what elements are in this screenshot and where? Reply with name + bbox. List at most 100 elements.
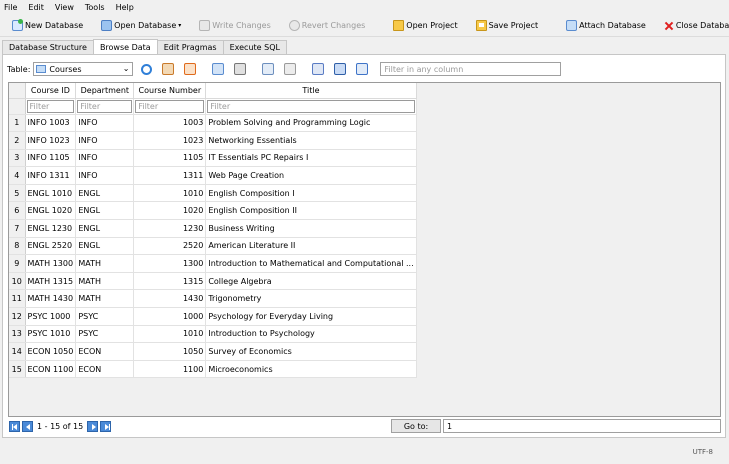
cell-course-number[interactable]: 1003 [133,114,207,133]
column-header-department[interactable]: Department [75,83,135,99]
cell-title[interactable]: College Algebra [205,272,417,291]
refresh-icon[interactable] [141,63,153,75]
row-number[interactable]: 8 [9,237,26,256]
corner-cell[interactable] [9,83,26,99]
column-header-course-id[interactable]: Course ID [25,83,77,99]
copy-icon[interactable] [334,63,347,75]
table-row[interactable]: 1 INFO 1003 INFO 1003 Problem Solving and Pr… [9,114,417,133]
clear-sorting-icon[interactable] [184,63,197,75]
cell-department[interactable]: PSYC [75,325,135,344]
cell-course-number[interactable]: 1311 [133,166,207,185]
table-row[interactable]: 15 ECON 1100 ECON 1100 Microeconomics [9,360,417,379]
cell-course-number[interactable]: 1010 [133,325,207,344]
table-row[interactable]: 7 ENGL 1230 ENGL 1230 Business Writing [9,219,417,238]
cell-course-id[interactable]: PSYC 1000 [25,307,77,326]
cell-department[interactable]: ENGL [75,237,135,256]
cell-title[interactable]: Microeconomics [205,360,417,379]
cell-title[interactable]: English Composition II [205,201,417,221]
row-number[interactable]: 11 [9,289,26,309]
row-number[interactable]: 2 [9,131,26,150]
filter-any-column-input[interactable] [380,62,562,76]
cell-department[interactable]: ECON [75,360,135,379]
menu-help[interactable]: Help [116,3,134,12]
close-database-button[interactable]: Close Database [660,17,729,35]
table-row[interactable]: 10 MATH 1315 MATH 1315 College Algebra [9,272,417,291]
cell-department[interactable]: ECON [75,342,135,361]
row-number[interactable]: 9 [9,254,26,273]
goto-input[interactable] [443,419,721,433]
cell-course-number[interactable]: 1010 [133,184,207,203]
cell-department[interactable]: INFO [75,114,135,133]
tab-execute-sql[interactable]: Execute SQL [222,40,287,54]
table-select[interactable]: Courses ⌄ [33,62,134,76]
cell-course-id[interactable]: ENGL 1020 [25,201,77,221]
cell-department[interactable]: INFO [75,131,135,150]
cell-course-number[interactable]: 1315 [133,272,207,291]
cell-course-id[interactable]: INFO 1105 [25,149,77,168]
print-icon[interactable] [234,63,247,75]
attach-database-button[interactable]: Attach Database [562,17,650,35]
text-format-icon[interactable] [356,63,369,75]
cell-department[interactable]: MATH [75,254,135,273]
table-row[interactable]: 13 PSYC 1010 PSYC 1010 Introduction to Psych… [9,325,417,344]
row-number[interactable]: 5 [9,184,26,203]
previous-page-icon[interactable] [22,420,33,432]
cell-title[interactable]: Networking Essentials [205,131,417,150]
cell-title[interactable]: Introduction to Psychology [205,325,417,344]
cell-department[interactable]: INFO [75,166,135,185]
cell-course-id[interactable]: ENGL 2520 [25,237,77,256]
menu-file[interactable]: File [4,3,17,12]
column-header-title[interactable]: Title [205,83,417,99]
row-number[interactable]: 12 [9,307,26,326]
new-database-button[interactable]: New Database [8,17,87,35]
cell-department[interactable]: MATH [75,272,135,291]
table-row[interactable]: 8 ENGL 2520 ENGL 2520 American Literature II [9,237,417,256]
table-row[interactable]: 3 INFO 1105 INFO 1105 IT Essentials PC Repai… [9,149,417,168]
row-number[interactable]: 6 [9,201,26,221]
cell-course-number[interactable]: 1105 [133,149,207,168]
save-table-as-icon[interactable] [212,63,225,75]
open-database-button[interactable]: Open Database ▾ [97,17,185,35]
cell-title[interactable]: American Literature II [205,237,417,256]
next-page-icon[interactable] [87,420,99,432]
cell-title[interactable]: Survey of Economics [205,342,417,361]
menu-view[interactable]: View [55,3,74,12]
cell-department[interactable]: ENGL [75,184,135,203]
cell-department[interactable]: ENGL [75,201,135,221]
cell-course-number[interactable]: 1050 [133,342,207,361]
filter-department-input[interactable] [77,99,133,113]
cell-department[interactable]: ENGL [75,219,135,238]
cell-title[interactable]: Trigonometry [205,289,417,309]
cell-title[interactable]: Psychology for Everyday Living [205,307,417,326]
table-row[interactable]: 6 ENGL 1020 ENGL 1020 English Composition II [9,201,417,221]
table-row[interactable]: 11 MATH 1430 MATH 1430 Trigonometry [9,289,417,309]
column-header-course-number[interactable]: Course Number [133,83,207,99]
table-row[interactable]: 9 MATH 1300 MATH 1300 Introduction to Mathem… [9,254,417,273]
insert-record-icon[interactable] [262,63,275,75]
last-page-icon[interactable] [100,420,112,432]
row-number[interactable]: 15 [9,360,26,379]
cell-course-id[interactable]: MATH 1430 [25,289,77,309]
cell-title[interactable]: Introduction to Mathematical and Computa… [205,254,417,273]
cell-course-id[interactable]: PSYC 1010 [25,325,77,344]
row-number[interactable]: 1 [9,114,26,133]
filter-title-input[interactable] [207,99,415,113]
tab-database-structure[interactable]: Database Structure [2,40,94,54]
menu-edit[interactable]: Edit [28,3,44,12]
row-number[interactable]: 4 [9,166,26,185]
table-row[interactable]: 12 PSYC 1000 PSYC 1000 Psychology for Everyd… [9,307,417,326]
table-row[interactable]: 2 INFO 1023 INFO 1023 Networking Essentials [9,131,417,150]
table-row[interactable]: 5 ENGL 1010 ENGL 1010 English Composition I [9,184,417,203]
cell-title[interactable]: Problem Solving and Programming Logic [205,114,417,133]
row-number[interactable]: 13 [9,325,26,344]
cell-course-id[interactable]: MATH 1315 [25,272,77,291]
first-page-icon[interactable] [9,420,20,432]
cell-course-id[interactable]: ENGL 1010 [25,184,77,203]
save-project-button[interactable]: Save Project [472,17,543,35]
cell-department[interactable]: MATH [75,289,135,309]
cell-course-id[interactable]: INFO 1023 [25,131,77,150]
row-number[interactable]: 14 [9,342,26,361]
table-row[interactable]: 4 INFO 1311 INFO 1311 Web Page Creation [9,166,417,185]
open-project-button[interactable]: Open Project [389,17,461,35]
cell-course-number[interactable]: 2520 [133,237,207,256]
